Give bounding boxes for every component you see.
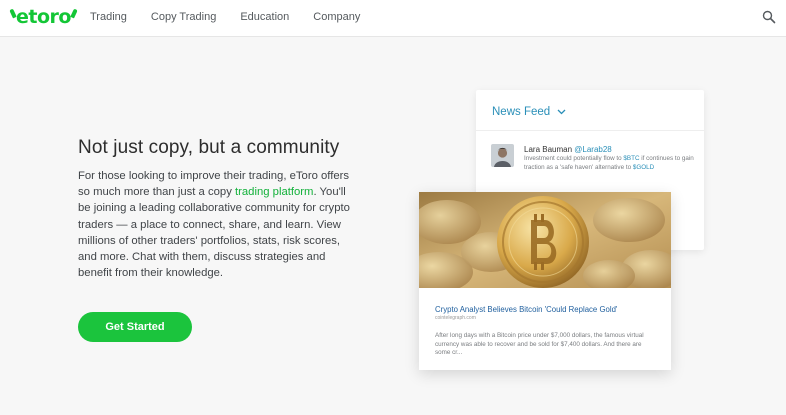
hero-headline: Not just copy, but a community [78,137,340,158]
ticker-btc[interactable]: $BTC [623,155,639,162]
post-author: Lara Bauman @Larab28 [524,145,612,154]
avatar-image [491,144,514,167]
top-navigation-bar: etoro Trading Copy Trading Education Com… [0,0,786,37]
news-feed-dropdown[interactable]: News Feed [492,106,566,118]
post-text-1: Investment could potentially flow to [524,155,624,162]
hero-body: For those looking to improve their tradi… [78,168,356,281]
logo-leaf-right [70,8,78,18]
post-author-name: Lara Bauman [524,145,573,154]
bitcoin-coins-image [419,192,671,288]
nav-item-company[interactable]: Company [313,11,360,23]
trading-platform-link[interactable]: trading platform [235,186,314,198]
logo-text: etoro [16,6,71,28]
article-card[interactable]: Crypto Analyst Believes Bitcoin 'Could R… [419,192,671,370]
post-author-handle[interactable]: @Larab28 [574,145,611,154]
avatar[interactable] [491,144,514,167]
hero-body-text-2: . You'll be joining a leading collaborat… [78,186,350,280]
get-started-button[interactable]: Get Started [78,312,192,342]
news-feed-title: News Feed [492,106,551,118]
article-title[interactable]: Crypto Analyst Believes Bitcoin 'Could R… [435,305,617,314]
nav-item-copy-trading[interactable]: Copy Trading [151,11,216,23]
nav-item-education[interactable]: Education [240,11,289,23]
post-text: Investment could potentially flow to $BT… [524,155,698,172]
article-body: After long days with a Bitcoin price und… [435,332,644,357]
search-icon[interactable] [762,10,776,24]
chevron-down-icon [557,109,566,115]
etoro-logo[interactable]: etoro [9,6,78,28]
main-nav: Trading Copy Trading Education Company [90,11,384,23]
article-source: cointelegraph.com [435,315,476,321]
nav-item-trading[interactable]: Trading [90,11,127,23]
ticker-gold[interactable]: $GOLD [633,164,654,171]
feed-divider [476,130,704,131]
